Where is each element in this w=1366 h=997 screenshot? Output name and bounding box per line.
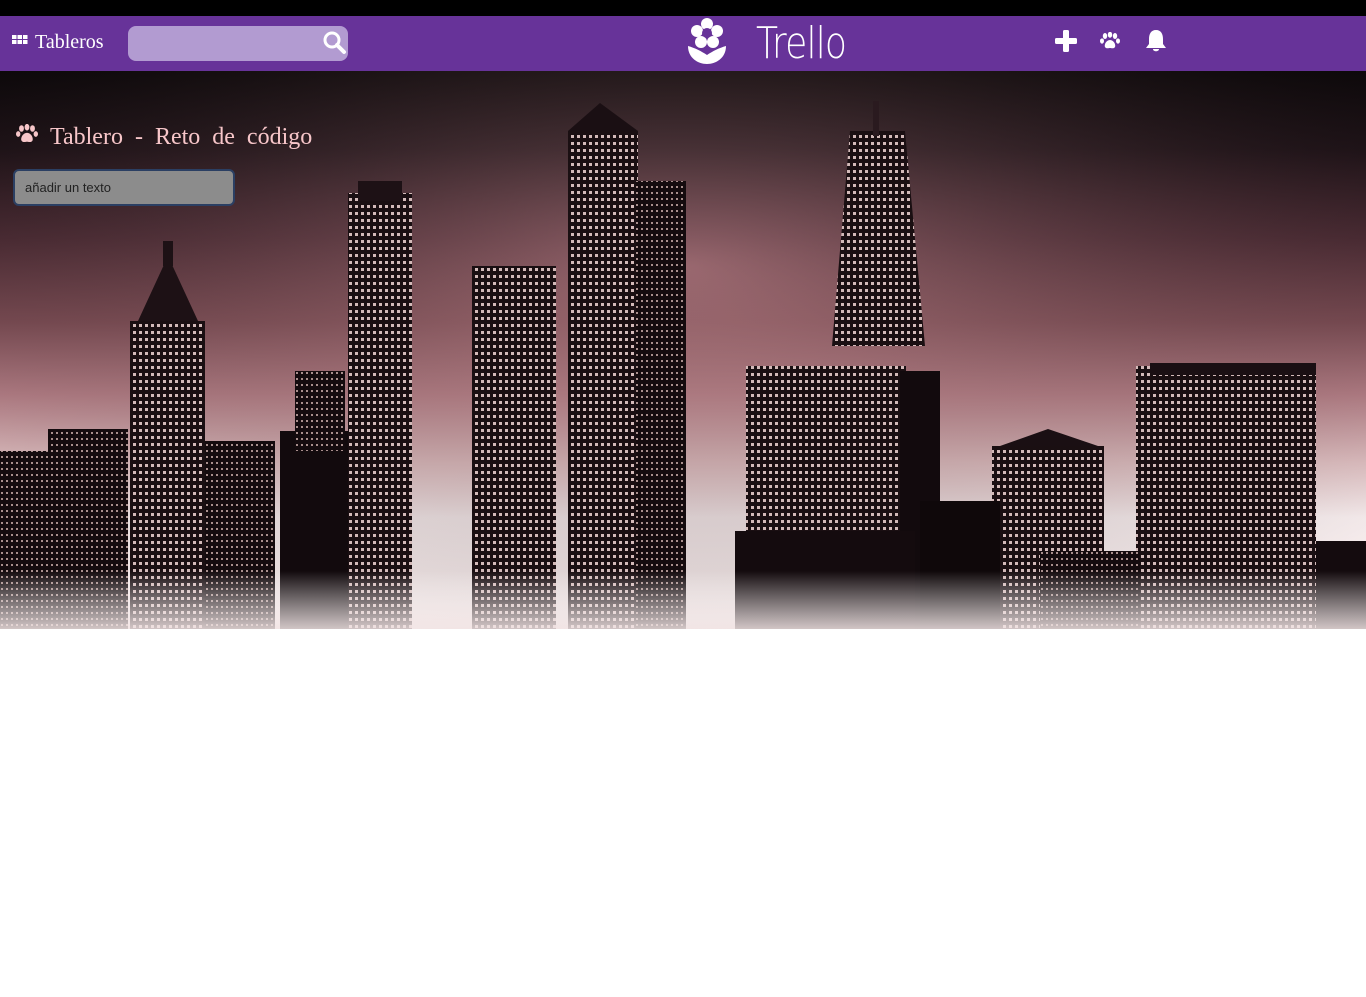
plus-icon[interactable] xyxy=(1054,29,1078,58)
brand-logo[interactable]: Trello xyxy=(686,16,866,71)
board-title-text: Tablero - Reto de código xyxy=(50,124,313,150)
top-navbar: Tableros Trello xyxy=(0,16,1366,71)
search-box xyxy=(128,26,348,61)
flower-icon xyxy=(686,18,728,69)
search-input[interactable] xyxy=(128,26,318,61)
boards-button[interactable]: Tableros xyxy=(12,28,104,56)
search-icon[interactable] xyxy=(322,30,348,61)
add-text-input[interactable] xyxy=(13,169,235,206)
boards-icon xyxy=(12,33,28,52)
board-title: Tablero - Reto de código xyxy=(16,123,313,151)
brand-wordmark: Trello xyxy=(756,18,847,69)
paw-icon xyxy=(16,123,38,151)
paw-icon[interactable] xyxy=(1100,31,1120,55)
board-background: Tablero - Reto de código xyxy=(0,71,1366,629)
boards-label: Tableros xyxy=(35,30,104,53)
city-skyline-image xyxy=(0,71,1366,629)
bell-icon[interactable] xyxy=(1144,28,1168,59)
window-top-strip xyxy=(0,0,1366,16)
